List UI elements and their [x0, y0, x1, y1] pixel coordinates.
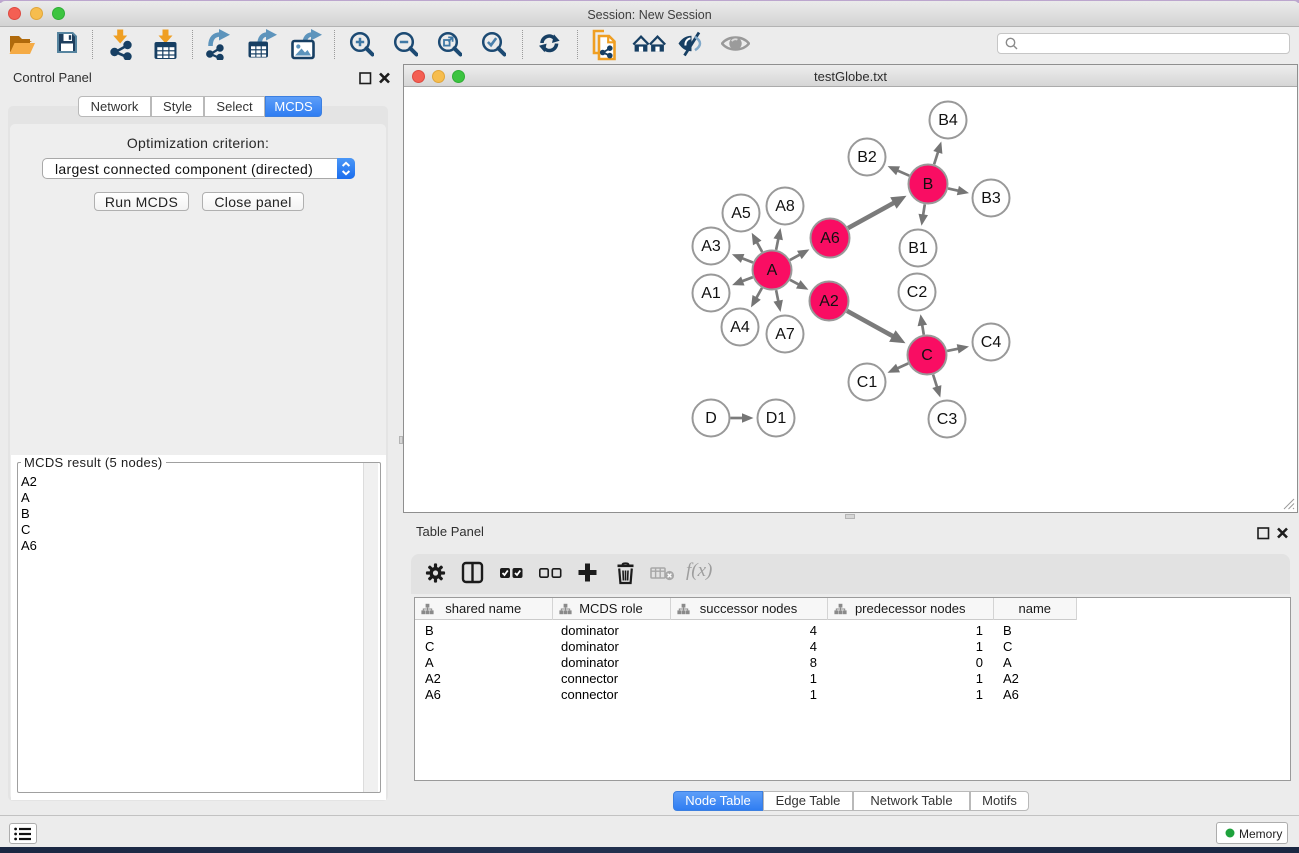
svg-text:C4: C4 [981, 334, 1002, 351]
svg-text:C1: C1 [857, 374, 878, 391]
svg-text:A8: A8 [775, 198, 795, 215]
svg-text:A5: A5 [731, 205, 751, 222]
svg-text:A: A [767, 262, 778, 279]
svg-text:A1: A1 [701, 285, 721, 302]
svg-text:B1: B1 [908, 240, 928, 257]
svg-text:B4: B4 [938, 112, 958, 129]
svg-text:B: B [923, 176, 934, 193]
svg-text:B3: B3 [981, 190, 1001, 207]
svg-text:A2: A2 [819, 293, 839, 310]
svg-text:A3: A3 [701, 238, 721, 255]
svg-text:C3: C3 [937, 411, 958, 428]
svg-text:A4: A4 [730, 319, 750, 336]
svg-text:C: C [921, 347, 933, 364]
svg-text:A6: A6 [820, 230, 840, 247]
svg-text:C2: C2 [907, 284, 928, 301]
svg-text:A7: A7 [775, 326, 795, 343]
svg-text:D: D [705, 410, 717, 427]
svg-text:D1: D1 [766, 410, 787, 427]
svg-text:B2: B2 [857, 149, 877, 166]
